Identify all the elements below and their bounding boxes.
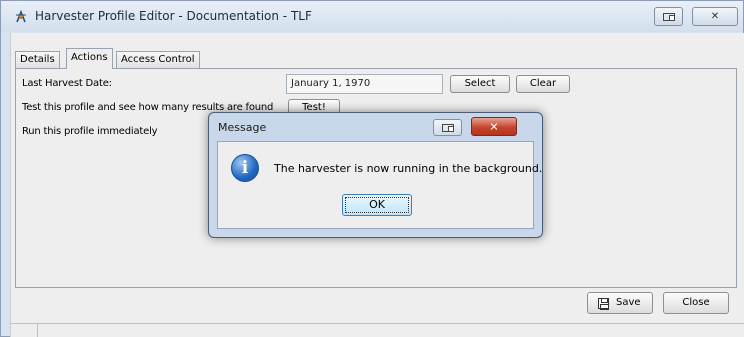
message-dialog: Message ✕ i The harvester is now running… — [208, 112, 543, 238]
last-harvest-date-label: Last Harvest Date: — [22, 78, 112, 89]
tab-details[interactable]: Details — [15, 51, 60, 68]
last-harvest-date-field[interactable]: January 1, 1970 — [286, 74, 443, 94]
select-button[interactable]: Select — [450, 75, 510, 93]
restore-icon — [662, 12, 675, 21]
close-icon: ✕ — [489, 120, 499, 133]
close-icon: ✕ — [710, 10, 720, 22]
window-close-button[interactable]: ✕ — [692, 7, 738, 26]
window-title: Harvester Profile Editor - Documentation… — [35, 9, 312, 23]
run-profile-label: Run this profile immediately — [22, 126, 158, 137]
focus-ring — [345, 197, 409, 213]
status-divider — [37, 324, 38, 337]
dialog-body: i The harvester is now running in the ba… — [217, 141, 542, 229]
ok-button[interactable]: OK — [342, 194, 412, 216]
title-bar[interactable]: Harvester Profile Editor - Documentation… — [1, 1, 743, 32]
restore-button[interactable] — [654, 7, 683, 26]
dialog-message: The harvester is now running in the back… — [274, 162, 543, 175]
tab-actions[interactable]: Actions — [66, 48, 113, 69]
dialog-restore-button[interactable] — [433, 119, 462, 136]
tab-access-control[interactable]: Access Control — [116, 51, 200, 68]
dialog-title: Message — [218, 121, 267, 134]
close-button[interactable]: Close — [663, 292, 729, 314]
clear-button[interactable]: Clear — [516, 75, 570, 93]
status-bar — [11, 323, 744, 337]
save-icon — [598, 298, 609, 310]
info-icon: i — [231, 154, 259, 182]
save-button-label: Save — [616, 297, 641, 308]
harvester-icon — [16, 10, 26, 23]
restore-icon — [441, 123, 454, 132]
save-button[interactable]: Save — [587, 292, 653, 314]
dialog-close-button[interactable]: ✕ — [471, 117, 517, 136]
